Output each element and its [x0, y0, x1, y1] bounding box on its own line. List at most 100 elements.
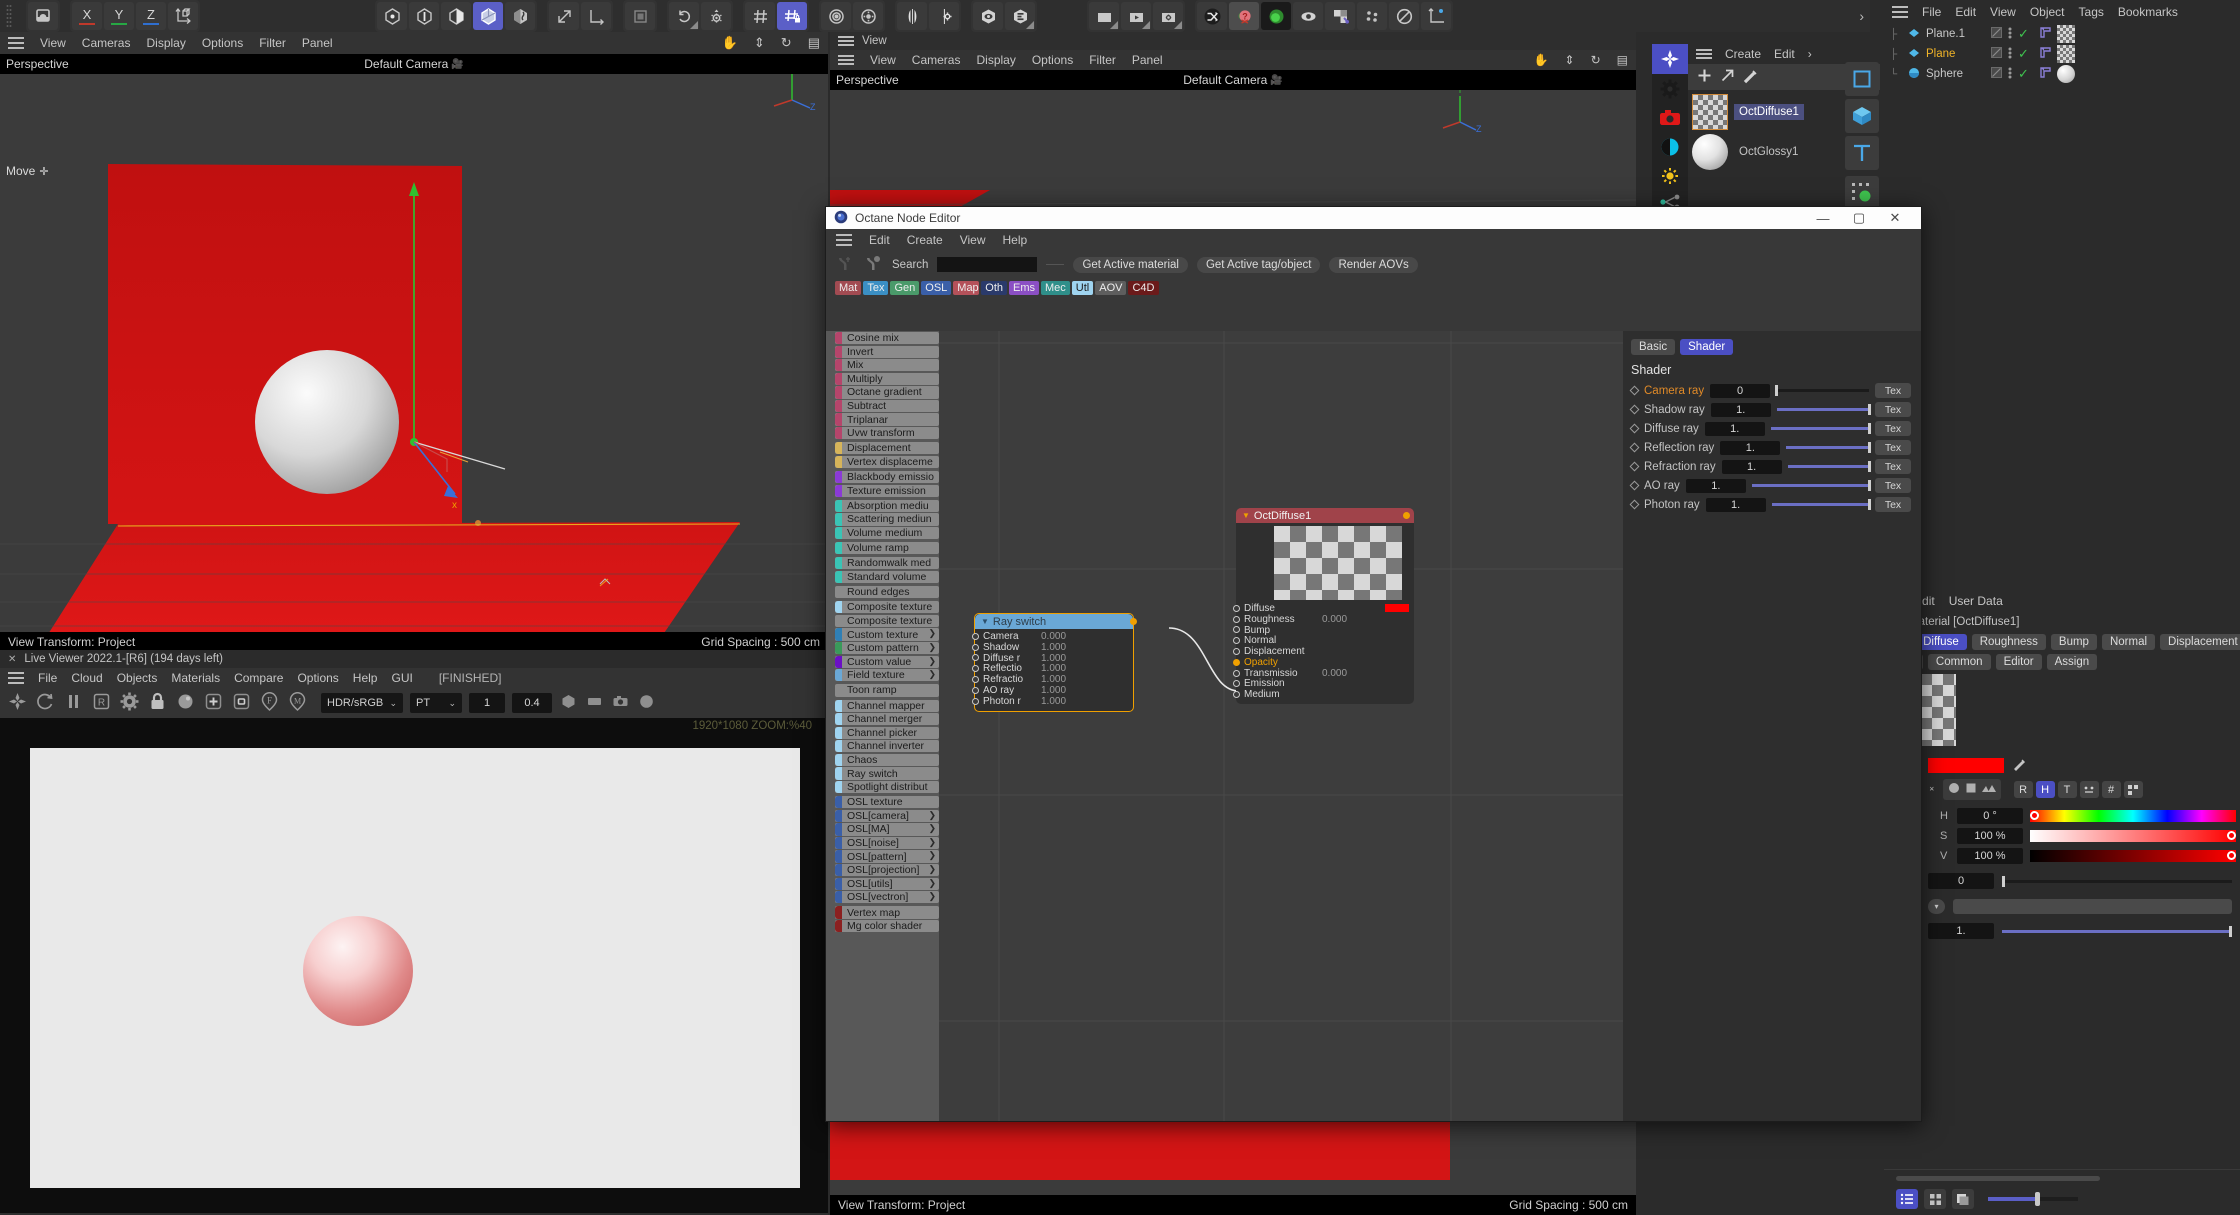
category-ems[interactable]: Ems: [1009, 281, 1040, 295]
add-material-icon[interactable]: [1695, 66, 1714, 88]
object-dots-icon[interactable]: [2007, 66, 2013, 83]
chevron-right-icon[interactable]: ❯: [928, 864, 936, 875]
saturation-slider[interactable]: [2030, 830, 2236, 842]
pan-icon[interactable]: ✋: [1534, 53, 1549, 67]
node-input-row[interactable]: Camera 0.000: [972, 631, 1133, 642]
node-list-item[interactable]: Texture emission: [835, 484, 939, 497]
square-icon[interactable]: [1964, 781, 1978, 798]
dots-icon[interactable]: [1357, 2, 1387, 30]
menu-hamburger-icon[interactable]: [1892, 6, 1908, 18]
node-input-row[interactable]: Bump: [1233, 625, 1414, 636]
input-port[interactable]: [1233, 680, 1240, 688]
sphere-preview-icon[interactable]: [175, 691, 196, 715]
inspector-row-slider[interactable]: [1786, 442, 1871, 453]
node-list-item[interactable]: Channel picker: [835, 726, 939, 739]
orbit-icon[interactable]: ↻: [1591, 53, 1601, 67]
animate-diamond-icon[interactable]: [1629, 480, 1640, 491]
category-mec[interactable]: Mec: [1041, 281, 1070, 295]
hue-slider-handle[interactable]: [2030, 811, 2039, 820]
object-toggle-icon[interactable]: [1991, 27, 2002, 41]
menu-panel[interactable]: Panel: [1132, 53, 1163, 67]
camera-icon[interactable]: [1652, 103, 1688, 132]
menu-view[interactable]: View: [870, 53, 896, 67]
render-image[interactable]: [30, 748, 800, 1188]
object-tag-flag-icon[interactable]: [2039, 66, 2052, 82]
mix-value[interactable]: 1.: [1928, 923, 1994, 939]
focus-picker-icon[interactable]: F: [259, 691, 280, 715]
input-port[interactable]: [1233, 691, 1240, 699]
menu-object[interactable]: Object: [2030, 5, 2065, 19]
menu-gui[interactable]: GUI: [391, 671, 412, 685]
node-list-item[interactable]: Field texture ❯: [835, 669, 939, 682]
render-settings-icon[interactable]: [853, 2, 883, 30]
node-list-item[interactable]: Composite texture: [835, 601, 939, 614]
node-list-item[interactable]: Channel merger: [835, 713, 939, 726]
point-mode-icon[interactable]: [377, 2, 407, 30]
node-input-row[interactable]: Diffuse: [1233, 603, 1414, 614]
menu-options[interactable]: Options: [1032, 53, 1073, 67]
node-list-item[interactable]: OSL[noise] ❯: [835, 836, 939, 850]
menu-filter[interactable]: Filter: [1089, 53, 1116, 67]
category-utl[interactable]: Utl: [1071, 281, 1094, 295]
node-list-item[interactable]: Cosine mix: [835, 332, 939, 345]
float-slider[interactable]: [2002, 875, 2232, 887]
node-input-row[interactable]: Refractio 1.000: [972, 674, 1133, 685]
material-name[interactable]: OctGlossy1: [1734, 144, 1803, 160]
maximize-viewport-icon[interactable]: ▤: [808, 35, 820, 51]
oct-diffuse-node-header[interactable]: ▼ OctDiffuse1: [1236, 508, 1414, 523]
node-list-item[interactable]: OSL[vectron] ❯: [835, 891, 939, 904]
category-mat[interactable]: Mat: [835, 281, 862, 295]
text-icon[interactable]: [1845, 136, 1879, 170]
left-viewport-canvas[interactable]: x Move ✛ Y Z: [0, 74, 828, 632]
channel-t-button[interactable]: T: [2057, 781, 2077, 798]
node-list-item[interactable]: Vertex displaceme: [835, 455, 939, 468]
oct-diffuse-node[interactable]: ▼ OctDiffuse1 Diffuse Roughness 0.000 Bump N…: [1233, 508, 1414, 705]
node-input-row[interactable]: Reflectio 1.000: [972, 663, 1133, 674]
output-port[interactable]: [1403, 512, 1410, 519]
grid-view-icon[interactable]: [1924, 1189, 1946, 1209]
category-osl[interactable]: OSL: [921, 281, 952, 295]
node-list-item[interactable]: Vertex map: [835, 906, 939, 919]
tab-editor[interactable]: Editor: [1995, 654, 2042, 670]
node-list-item[interactable]: Toon ramp: [835, 684, 939, 697]
inspector-row-slider[interactable]: [1770, 423, 1871, 434]
menu-edit[interactable]: Edit: [1955, 5, 1976, 19]
channel-hash-button[interactable]: #: [2101, 781, 2121, 798]
menu-edit[interactable]: Edit: [1774, 47, 1795, 61]
input-port[interactable]: [1233, 648, 1240, 656]
object-icon[interactable]: [231, 691, 252, 715]
node-input-row[interactable]: Transmissio 0.000: [1233, 668, 1414, 679]
octane-logo-icon[interactable]: [1652, 44, 1688, 74]
node-list-item[interactable]: OSL[MA] ❯: [835, 823, 939, 836]
live-viewer-tab[interactable]: ✕ Live Viewer 2022.1-[R6] (194 days left…: [0, 650, 828, 668]
menu-cameras[interactable]: Cameras: [82, 36, 131, 50]
category-aov[interactable]: AOV: [1095, 281, 1127, 295]
material-name[interactable]: OctDiffuse1: [1734, 104, 1804, 120]
render-aovs-button[interactable]: Render AOVs: [1329, 256, 1418, 273]
node-unlink-icon[interactable]: [836, 254, 855, 276]
octane-icon[interactable]: [7, 691, 28, 715]
x-axis-icon[interactable]: X: [72, 2, 102, 30]
object-enabled-icon[interactable]: ✓: [2018, 26, 2029, 42]
saturation-value[interactable]: 100 %: [1957, 828, 2023, 844]
material-picker-icon[interactable]: M: [287, 691, 308, 715]
node-link-icon[interactable]: [864, 254, 883, 276]
object-dots-icon[interactable]: [2007, 46, 2013, 63]
node-list-item[interactable]: Octane gradient: [835, 386, 939, 399]
pause-icon[interactable]: [63, 691, 84, 715]
chevron-right-icon[interactable]: ❯: [928, 628, 936, 639]
object-toggle-icon[interactable]: [1991, 67, 2002, 81]
node-input-row[interactable]: Displacement: [1233, 646, 1414, 657]
chevron-right-icon[interactable]: ❯: [928, 656, 936, 667]
node-list-item[interactable]: Standard volume: [835, 570, 939, 584]
node-list-item[interactable]: Scattering mediun: [835, 513, 939, 526]
ray-switch-node-header[interactable]: ▼ Ray switch: [975, 614, 1137, 629]
toolbar-overflow-chevron-icon[interactable]: ›: [1859, 8, 1864, 24]
close-button[interactable]: ✕: [1877, 207, 1913, 229]
material-thumbnail[interactable]: [1692, 94, 1728, 130]
input-port[interactable]: [972, 686, 979, 694]
tab-displacement[interactable]: Displacement: [2160, 634, 2240, 650]
saturation-slider-handle[interactable]: [2227, 831, 2236, 840]
tab-roughness[interactable]: Roughness: [1971, 634, 2046, 650]
pin-icon[interactable]: [1325, 2, 1355, 30]
